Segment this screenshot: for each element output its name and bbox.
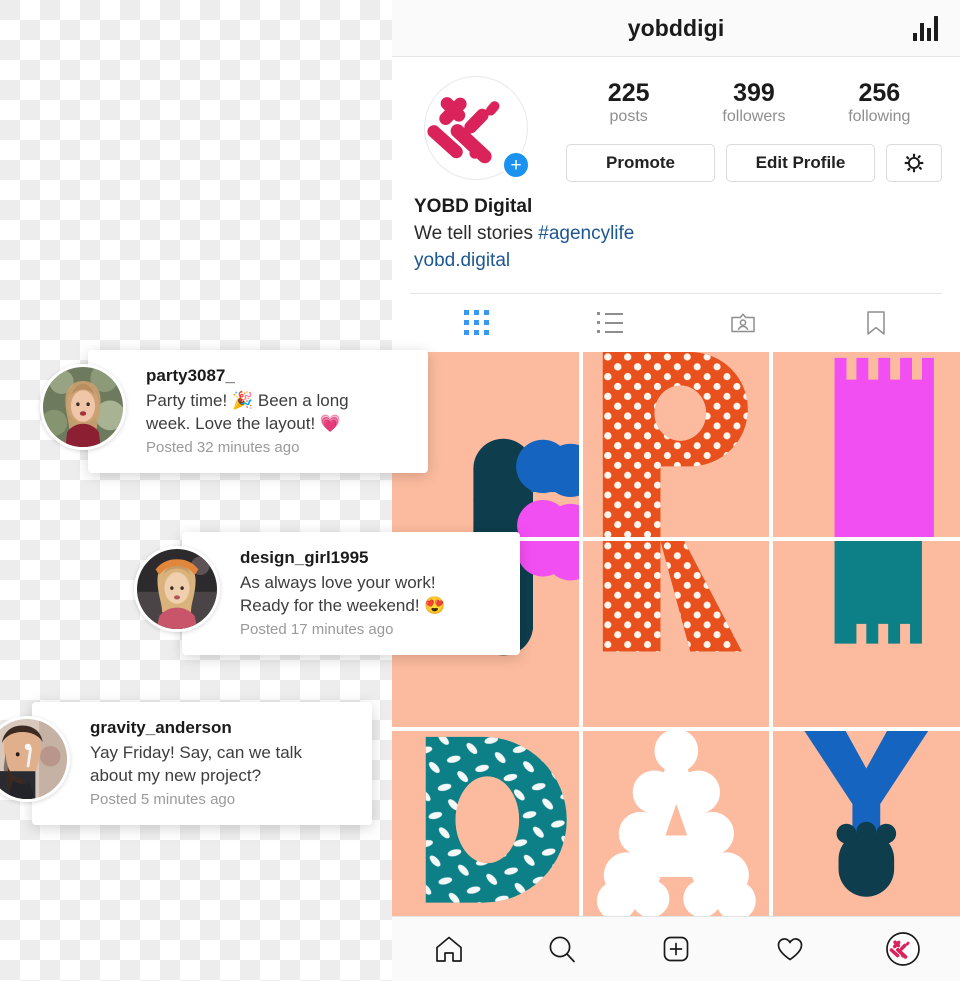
posts-label: posts bbox=[609, 108, 648, 125]
followers-count: 399 bbox=[733, 79, 775, 107]
bio-text: We tell stories bbox=[414, 222, 539, 244]
comment-message-line2: week. Love the layout! 💗 bbox=[146, 414, 342, 434]
home-icon bbox=[435, 936, 462, 962]
following-count: 256 bbox=[858, 79, 901, 107]
add-story-button[interactable]: + bbox=[502, 151, 530, 179]
gravity-anderson-avatar bbox=[0, 716, 70, 802]
comment-message-line2: Ready for the weekend! 😍 bbox=[240, 596, 446, 616]
comment-card[interactable]: party3087_ Party time! 🎉 Been a long wee… bbox=[40, 350, 428, 474]
bio-description: We tell stories #agencylife bbox=[414, 221, 938, 248]
gear-icon bbox=[904, 153, 924, 173]
tagged-person-icon bbox=[730, 313, 755, 332]
avatar[interactable]: + bbox=[424, 76, 530, 180]
bio-name: YOBD Digital bbox=[414, 195, 533, 217]
edit-profile-button[interactable]: Edit Profile bbox=[726, 143, 875, 182]
bar-chart-icon[interactable] bbox=[913, 15, 938, 41]
post-tile-i-top[interactable] bbox=[773, 351, 960, 538]
profile-tabs bbox=[410, 292, 942, 352]
comment-username: party3087_ bbox=[146, 366, 235, 385]
app-header: yobddigi bbox=[392, 0, 960, 57]
post-tile-r-top[interactable] bbox=[582, 351, 770, 538]
comment-message-line1: Party time! 🎉 Been a long bbox=[146, 390, 349, 410]
comment-card[interactable]: gravity_anderson Yay Friday! Say, can we… bbox=[0, 702, 372, 826]
comment-username: design_girl1995 bbox=[240, 548, 369, 567]
post-tile-y[interactable] bbox=[773, 730, 960, 916]
settings-button[interactable] bbox=[886, 143, 942, 182]
nav-home[interactable] bbox=[392, 932, 506, 966]
promote-button[interactable]: Promote bbox=[566, 143, 715, 182]
nav-search[interactable] bbox=[506, 932, 620, 966]
list-icon bbox=[596, 312, 623, 334]
plus-square-icon bbox=[663, 936, 689, 962]
bio-hashtag[interactable]: #agencylife bbox=[538, 223, 634, 244]
stat-followers[interactable]: 399 followers bbox=[691, 79, 816, 128]
tab-tagged[interactable] bbox=[676, 294, 809, 352]
following-label: following bbox=[848, 108, 911, 125]
post-tile-d[interactable] bbox=[392, 730, 579, 916]
stat-posts[interactable]: 225 posts bbox=[566, 79, 691, 128]
comment-message-line1: As always love your work! bbox=[240, 572, 436, 592]
tab-list[interactable] bbox=[543, 294, 676, 352]
followers-label: followers bbox=[722, 108, 786, 125]
comment-card[interactable]: design_girl1995 As always love your work… bbox=[134, 532, 520, 656]
comment-timestamp: Posted 17 minutes ago bbox=[240, 620, 394, 638]
grid-icon bbox=[464, 310, 489, 336]
profile-stats: 225 posts 399 followers 256 following Pr… bbox=[528, 71, 942, 182]
post-tile-i-bottom[interactable] bbox=[773, 541, 960, 727]
party3087-avatar bbox=[40, 364, 126, 450]
stat-following[interactable]: 256 following bbox=[817, 79, 942, 128]
bio-link[interactable]: yobd.digital bbox=[414, 248, 938, 275]
heart-icon bbox=[777, 938, 802, 961]
search-icon bbox=[549, 936, 576, 963]
bottom-navigation bbox=[392, 916, 960, 981]
profile-avatar-icon bbox=[886, 932, 921, 966]
tab-grid[interactable] bbox=[410, 294, 543, 352]
nav-profile[interactable] bbox=[846, 931, 960, 967]
comment-username: gravity_anderson bbox=[90, 718, 232, 737]
posts-count: 225 bbox=[607, 79, 650, 107]
profile-bio: YOBD Digital We tell stories #agencylife… bbox=[410, 182, 942, 275]
comment-message-line1: Yay Friday! Say, can we talk bbox=[90, 742, 302, 762]
post-tile-r-bottom[interactable] bbox=[582, 541, 770, 727]
nav-add[interactable] bbox=[619, 932, 733, 966]
design-girl1995-avatar bbox=[134, 546, 220, 632]
nav-activity[interactable] bbox=[733, 932, 847, 966]
post-tile-a[interactable] bbox=[582, 730, 770, 916]
instagram-profile-screen: yobddigi + 225 posts 399 followers 256 f… bbox=[392, 0, 960, 981]
bookmark-icon bbox=[866, 310, 885, 335]
comment-timestamp: Posted 5 minutes ago bbox=[90, 790, 236, 808]
comment-timestamp: Posted 32 minutes ago bbox=[146, 438, 300, 456]
profile-section: + 225 posts 399 followers 256 following bbox=[392, 57, 960, 352]
tab-saved[interactable] bbox=[809, 294, 942, 352]
comment-message-line2: about my new project? bbox=[90, 766, 262, 786]
page-title: yobddigi bbox=[627, 14, 725, 41]
